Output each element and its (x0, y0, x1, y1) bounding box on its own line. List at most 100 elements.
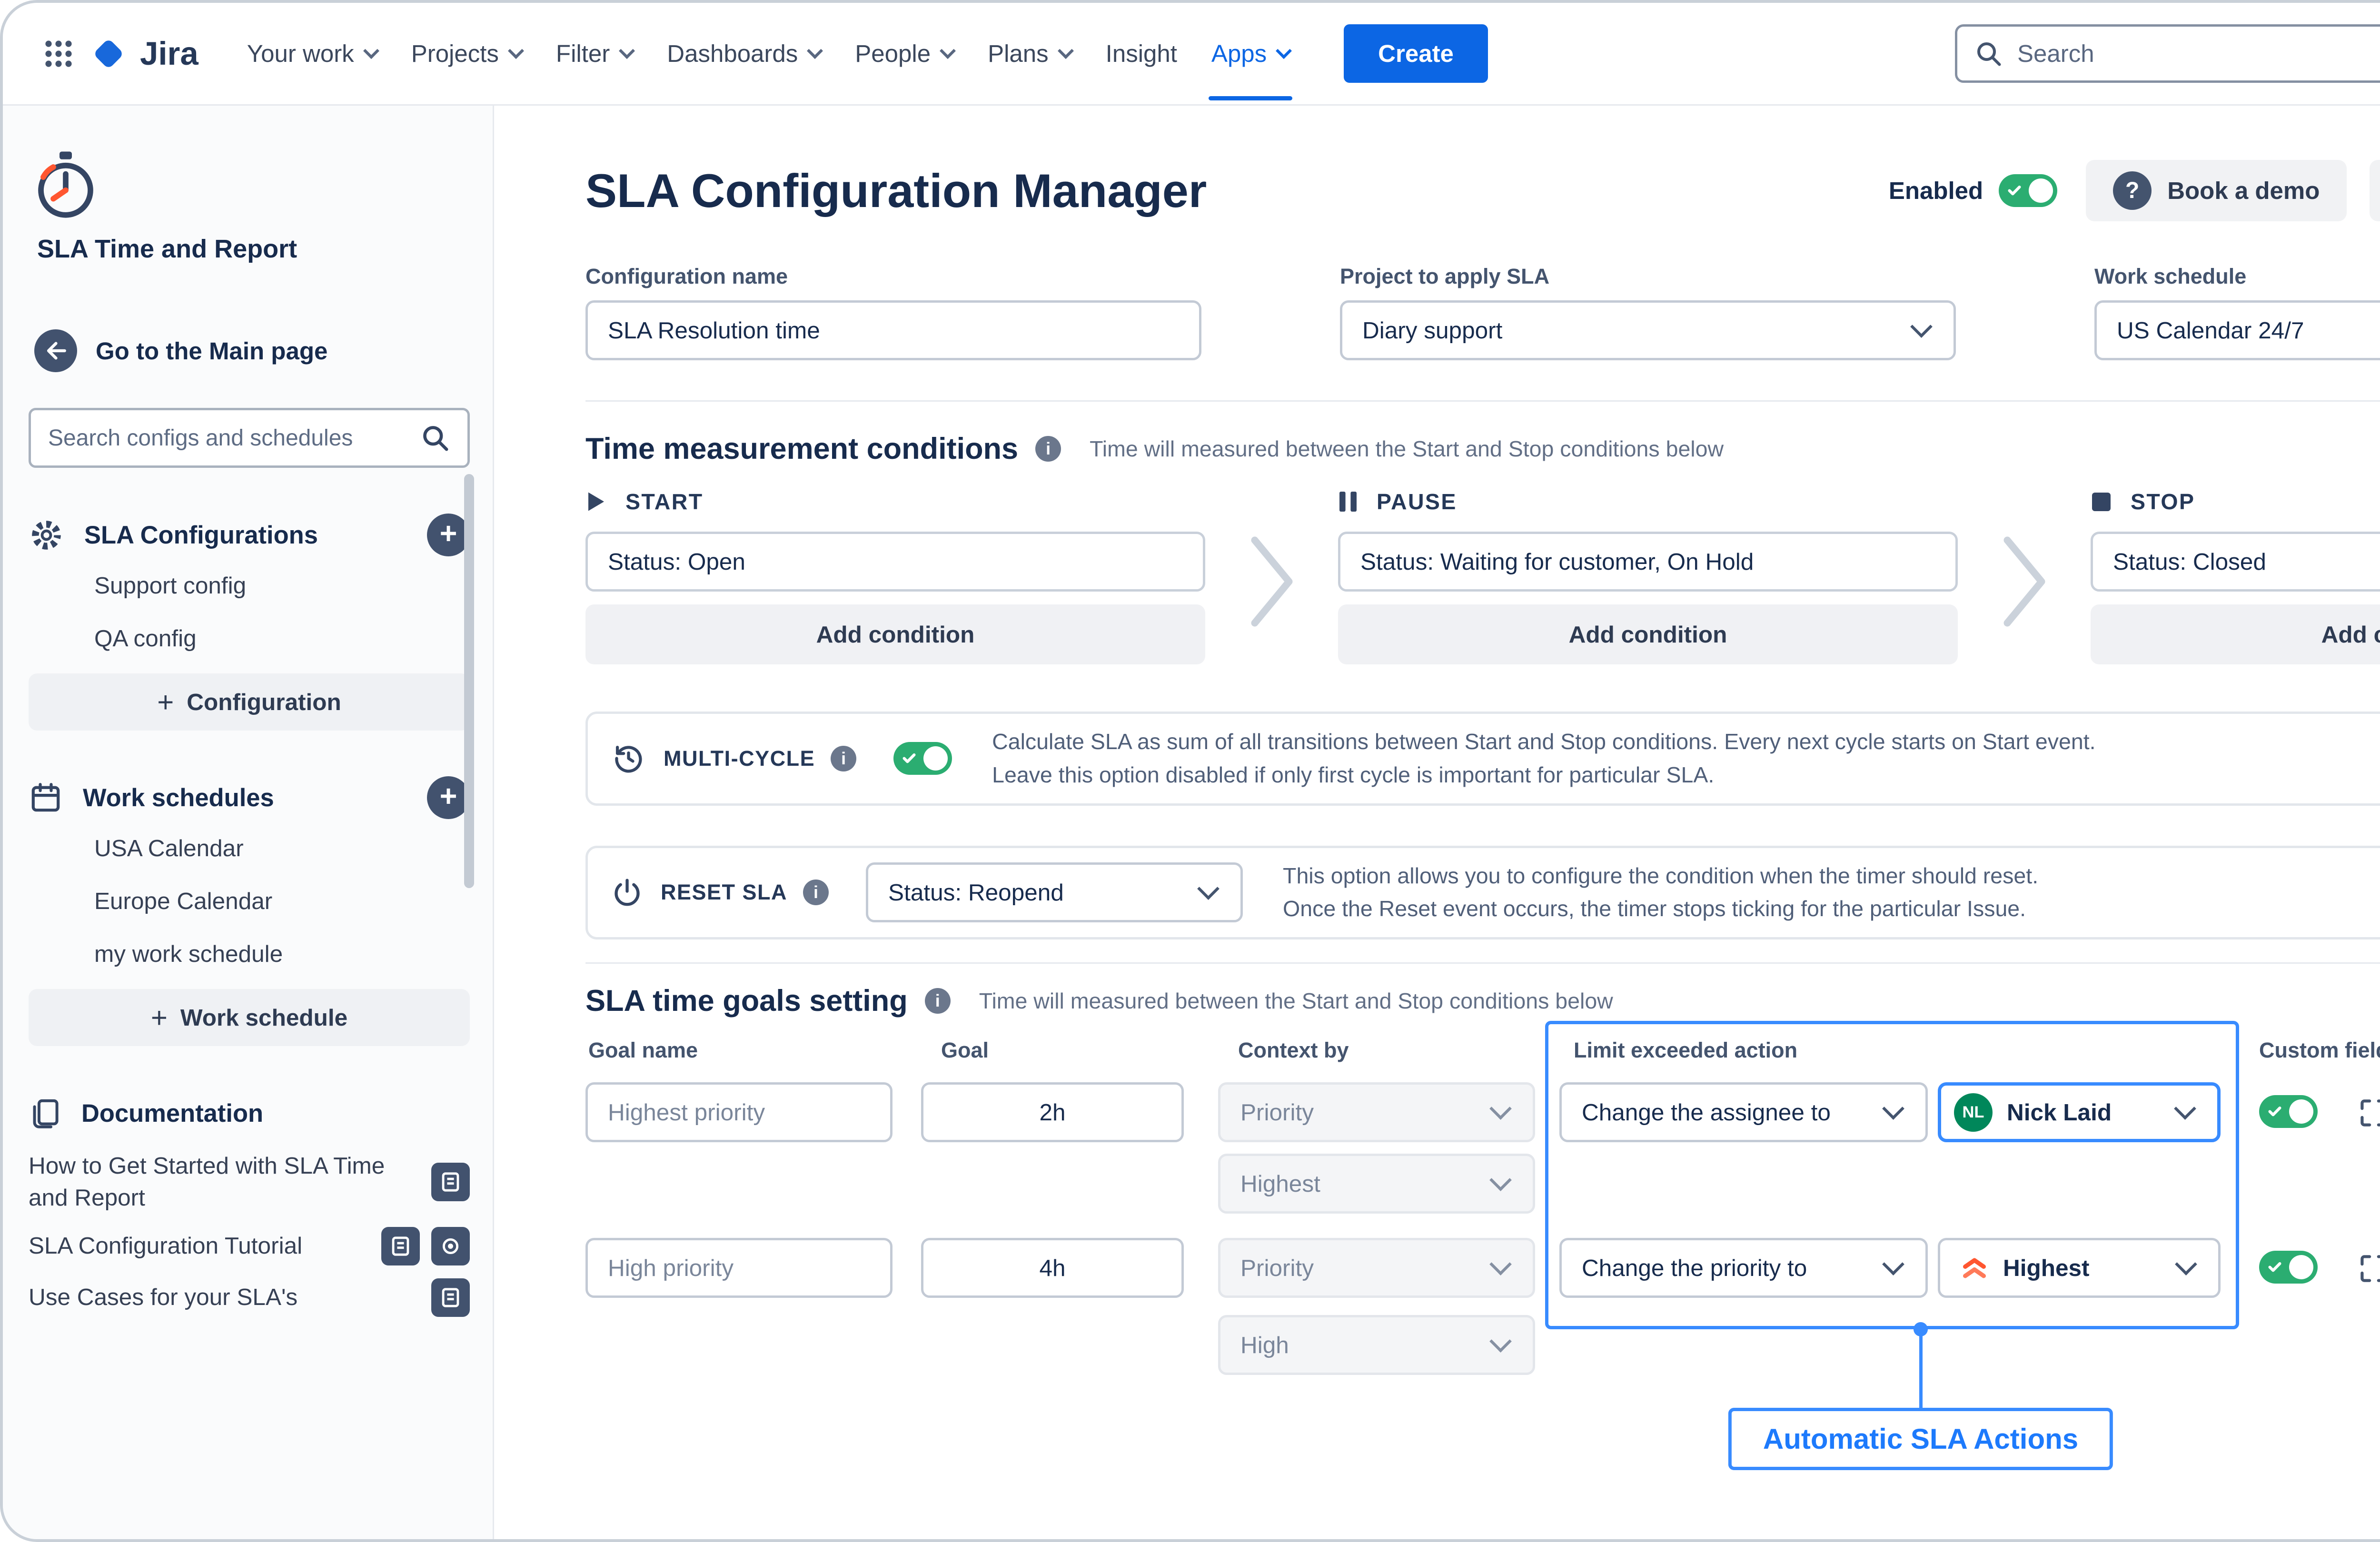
nav-insight[interactable]: Insight (1089, 28, 1194, 79)
work-schedule-select[interactable]: US Calendar 24/7 (2094, 300, 2380, 360)
col-header-context-by: Context by (1238, 1038, 1349, 1063)
add-schedule-icon[interactable]: + (427, 776, 470, 819)
start-add-condition-button[interactable]: Add condition (585, 604, 1205, 664)
project-select[interactable]: Diary support (1340, 300, 1956, 360)
top-navbar: Jira Your work Projects Filter Dashboard… (3, 3, 2380, 106)
config-name-input[interactable] (585, 300, 1201, 360)
global-search[interactable] (1955, 24, 2380, 83)
add-work-schedule-button[interactable]: + Work schedule (29, 989, 470, 1046)
expand-icon[interactable] (2358, 1097, 2380, 1129)
annotation-connector-dot (1914, 1322, 1928, 1336)
context-by-select[interactable]: Priority (1218, 1082, 1535, 1142)
multi-cycle-toggle[interactable] (893, 742, 952, 775)
add-configuration-icon[interactable]: + (427, 514, 470, 556)
col-header-goal: Goal (941, 1038, 989, 1063)
expand-icon[interactable] (2358, 1252, 2380, 1285)
pause-condition-column: PAUSE Status: Waiting for customer, On H… (1338, 489, 1958, 664)
sidebar-search-input[interactable] (48, 425, 409, 451)
chevron-right-icon (1958, 489, 2091, 664)
stop-condition-column: STOP Status: Closed Add condition (2091, 489, 2380, 664)
context-by-select[interactable]: Priority (1218, 1238, 1535, 1298)
nav-filter[interactable]: Filter (539, 28, 650, 79)
config-name-label: Configuration name (585, 264, 1201, 289)
stop-add-condition-button[interactable]: Add condition (2091, 604, 2380, 664)
plus-icon: + (151, 1001, 168, 1034)
work-schedules-section: Work schedules + (29, 773, 470, 822)
col-header-limit-action: Limit exceeded action (1574, 1038, 1797, 1063)
conditions-note: Time will measured between the Start and… (1090, 436, 1724, 462)
divider (585, 400, 2380, 402)
add-configuration-button[interactable]: + Configuration (29, 673, 470, 731)
reset-status-select[interactable]: Status: Reopend (866, 862, 1243, 922)
info-icon[interactable]: i (803, 880, 829, 905)
goal-name-input[interactable] (585, 1238, 892, 1298)
jira-mark-icon (89, 34, 129, 74)
nav-dashboards[interactable]: Dashboards (650, 28, 838, 79)
doc-item-use-cases[interactable]: Use Cases for your SLA's (29, 1278, 470, 1317)
limit-action-select[interactable]: Change the assignee to (1559, 1082, 1928, 1142)
priority-highest-icon (1960, 1255, 1989, 1282)
pause-add-condition-button[interactable]: Add condition (1338, 604, 1958, 664)
global-search-input[interactable] (2017, 40, 2380, 68)
enabled-label: Enabled (1889, 177, 1983, 205)
stop-condition-value[interactable]: Status: Closed (2091, 532, 2380, 592)
doc-badge-icon (381, 1227, 420, 1265)
multi-cycle-row: MULTI-CYCLE i Calculate SLA as sum of al… (585, 712, 2380, 806)
chevron-down-icon (1276, 43, 1292, 59)
sidebar-item-usa-calendar[interactable]: USA Calendar (29, 822, 470, 875)
start-condition-column: START Status: Open Add condition (585, 489, 1205, 664)
doc-item-get-started[interactable]: How to Get Started with SLA Time and Rep… (29, 1150, 470, 1214)
assignee-select[interactable]: NL Nick Laid (1938, 1082, 2221, 1142)
assignee-avatar: NL (1954, 1093, 1993, 1132)
back-to-main-page[interactable]: Go to the Main page (34, 329, 470, 372)
priority-value-select[interactable]: Highest (1938, 1238, 2221, 1298)
play-icon (585, 490, 607, 513)
sidebar-scrollbar[interactable] (464, 474, 474, 888)
context-value-select[interactable]: Highest (1218, 1154, 1535, 1214)
sidebar-item-europe-calendar[interactable]: Europe Calendar (29, 875, 470, 928)
sla-goals-table: Goal name Goal Context by Limit exceeded… (585, 1038, 2380, 1483)
question-icon: ? (2113, 171, 2152, 210)
chevron-down-icon (619, 43, 635, 59)
documentation-section: Documentation (29, 1089, 470, 1137)
doc-item-configuration-tutorial[interactable]: SLA Configuration Tutorial (29, 1227, 470, 1265)
context-value-select[interactable]: High (1218, 1315, 1535, 1375)
custom-field-toggle[interactable] (2259, 1095, 2318, 1128)
nav-your-work[interactable]: Your work (230, 28, 394, 79)
work-schedule-label: Work schedule (2094, 264, 2380, 289)
search-icon (1974, 40, 2003, 68)
annotation-connector-line (1919, 1335, 1923, 1408)
pause-condition-value[interactable]: Status: Waiting for customer, On Hold (1338, 532, 1958, 592)
search-icon (420, 423, 450, 453)
create-button[interactable]: Create (1344, 24, 1488, 83)
sidebar-search[interactable] (29, 408, 470, 468)
sidebar-item-my-work-schedule[interactable]: my work schedule (29, 928, 470, 980)
enabled-toggle[interactable] (1999, 174, 2057, 207)
custom-field-toggle[interactable] (2259, 1251, 2318, 1284)
doc-badge-icon (431, 1278, 470, 1317)
app-switcher-icon[interactable] (31, 27, 86, 81)
goals-note: Time will measured between the Start and… (979, 988, 1613, 1014)
sidebar-item-support-config[interactable]: Support config (29, 559, 470, 612)
pause-icon (1338, 490, 1358, 513)
jira-logo[interactable]: Jira (89, 34, 198, 74)
limit-action-select[interactable]: Change the priority to (1559, 1238, 1928, 1298)
start-condition-value[interactable]: Status: Open (585, 532, 1205, 592)
sidebar-item-qa-config[interactable]: QA config (29, 612, 470, 665)
chevron-down-icon (807, 43, 823, 59)
info-icon[interactable]: i (831, 746, 856, 771)
plus-icon: + (157, 686, 174, 719)
stop-icon (2091, 491, 2112, 513)
nav-plans[interactable]: Plans (971, 28, 1089, 79)
setup-wizard-button[interactable]: Setup Wizard (2370, 160, 2380, 221)
goal-value-input[interactable] (921, 1082, 1184, 1142)
book-demo-button[interactable]: ? Book a demo (2086, 160, 2347, 221)
info-icon[interactable]: i (925, 988, 951, 1014)
nav-apps[interactable]: Apps (1194, 28, 1307, 79)
goal-name-input[interactable] (585, 1082, 892, 1142)
info-icon[interactable]: i (1035, 436, 1061, 462)
goal-value-input[interactable] (921, 1238, 1184, 1298)
reset-sla-label: RESET SLA (661, 880, 787, 905)
nav-people[interactable]: People (838, 28, 971, 79)
nav-projects[interactable]: Projects (394, 28, 539, 79)
